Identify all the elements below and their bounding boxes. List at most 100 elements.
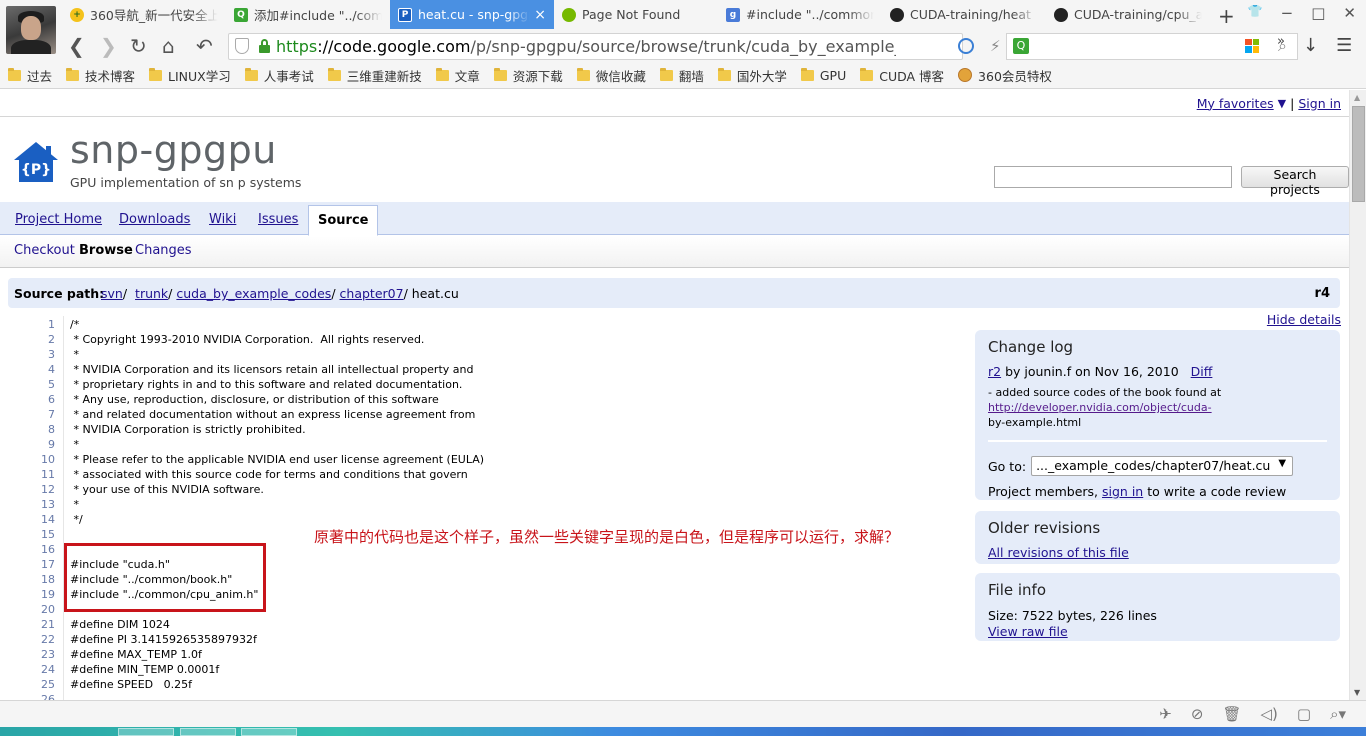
code-line: * xyxy=(70,438,79,451)
subtab-browse[interactable]: Browse xyxy=(79,243,133,258)
line-number: 8 xyxy=(48,423,55,436)
search-projects-button[interactable]: Search projects xyxy=(1241,166,1349,197)
diff-link[interactable]: Diff xyxy=(1191,364,1213,379)
hide-details-link[interactable]: Hide details xyxy=(1267,312,1341,327)
browser-tab[interactable]: Q 添加#include "../common/book.h" xyxy=(226,0,390,29)
vertical-scrollbar[interactable]: ▲ ▼ xyxy=(1349,90,1366,700)
account-bar: My favorites ▼ | Sign in xyxy=(1197,90,1341,116)
bookmark-site[interactable]: 360会员特权 xyxy=(958,66,1052,85)
scroll-up-icon[interactable]: ▲ xyxy=(1354,93,1360,102)
reload-button[interactable]: ↻ xyxy=(130,34,147,58)
tab-title: CUDA-training/cpu_anim xyxy=(1074,7,1202,22)
scroll-down-icon[interactable]: ▼ xyxy=(1354,688,1360,697)
browser-tab[interactable]: CUDA-training/cpu_anim xyxy=(1046,0,1210,29)
zoom-icon[interactable]: ⌕▾ xyxy=(1330,705,1346,723)
more-extensions-icon[interactable]: » xyxy=(1277,34,1285,49)
forward-button[interactable]: ❯ xyxy=(100,34,117,58)
bookmark-folder[interactable]: 过去 xyxy=(8,66,52,85)
download-icon[interactable]: ↓ xyxy=(1303,35,1318,56)
taskbar-app[interactable] xyxy=(180,728,236,736)
taskbar-app[interactable] xyxy=(241,728,297,736)
address-bar[interactable]: https://code.google.com/p/snp-gpgpu/sour… xyxy=(228,33,963,60)
code-line: /* xyxy=(70,318,80,331)
view-raw-file-link[interactable]: View raw file xyxy=(988,624,1068,639)
line-number: 12 xyxy=(41,483,55,496)
browser-tab-active[interactable]: P heat.cu - snp-gpgpu × xyxy=(390,0,554,29)
folder-icon xyxy=(149,67,163,81)
new-tab-button[interactable]: + xyxy=(1218,4,1235,28)
all-revisions-link[interactable]: All revisions of this file xyxy=(988,545,1129,560)
project-name[interactable]: snp-gpgpu xyxy=(70,128,277,172)
scrollbar-thumb[interactable] xyxy=(1352,106,1365,202)
browser-status-bar: ✈ ⊘ 🗑 ◁) ▢ ⌕▾ xyxy=(0,700,1366,727)
skin-icon[interactable]: 👕 xyxy=(1248,4,1263,22)
bookmark-folder[interactable]: 国外大学 xyxy=(717,66,787,85)
folder-icon xyxy=(659,67,673,81)
bookmark-folder[interactable]: 微信收藏 xyxy=(576,66,646,85)
close-tab-icon[interactable]: × xyxy=(534,7,546,23)
bookmark-label: 国外大学 xyxy=(736,68,787,84)
trash-icon[interactable]: 🗑 xyxy=(1222,705,1241,723)
code-line: */ xyxy=(70,513,83,526)
line-number: 22 xyxy=(41,633,55,646)
bookmark-folder[interactable]: LINUX学习 xyxy=(149,66,231,85)
revision-link[interactable]: r2 xyxy=(988,364,1001,379)
apps-icon[interactable] xyxy=(1245,38,1259,53)
tab-downloads[interactable]: Downloads xyxy=(119,212,190,227)
home-button[interactable]: ⌂ xyxy=(162,34,175,58)
minimize-button[interactable]: − xyxy=(1281,4,1294,22)
breadcrumb-cuda-by-example[interactable]: cuda_by_example_codes xyxy=(176,286,331,301)
url-text[interactable]: https://code.google.com/p/snp-gpgpu/sour… xyxy=(276,37,896,56)
favorites-dropdown-icon[interactable]: ▼ xyxy=(1278,97,1286,110)
accelerate-icon[interactable]: ⊘ xyxy=(1191,705,1204,723)
my-favorites-link[interactable]: My favorites xyxy=(1197,96,1274,111)
tab-project-home[interactable]: Project Home xyxy=(15,212,102,227)
bookmark-label: 翻墙 xyxy=(678,68,704,84)
window-icon[interactable]: ▢ xyxy=(1297,705,1311,723)
breadcrumb-chapter07[interactable]: chapter07 xyxy=(340,286,404,301)
menu-icon[interactable]: ☰ xyxy=(1336,35,1352,56)
search-projects-input[interactable] xyxy=(994,166,1232,188)
tab-source[interactable]: Source xyxy=(308,205,379,236)
members-sign-in-link[interactable]: sign in xyxy=(1102,484,1143,499)
tab-wiki[interactable]: Wiki xyxy=(209,212,236,227)
tab-issues[interactable]: Issues xyxy=(258,212,298,227)
line-number: 7 xyxy=(48,408,55,421)
maximize-button[interactable]: □ xyxy=(1311,4,1325,22)
compat-mode-icon[interactable] xyxy=(958,37,974,54)
sign-in-link[interactable]: Sign in xyxy=(1298,96,1341,111)
folder-icon xyxy=(576,67,590,81)
flash-icon[interactable]: ⚡ xyxy=(990,37,1001,55)
search-engine-icon[interactable]: Q xyxy=(1013,38,1029,54)
bookmark-folder[interactable]: GPU xyxy=(800,67,846,83)
bookmark-folder[interactable]: 人事考试 xyxy=(244,66,314,85)
browser-tab[interactable]: + 360导航_新一代安全上网导航 xyxy=(62,0,226,29)
project-logo-icon[interactable]: {P} xyxy=(12,140,60,184)
user-avatar[interactable] xyxy=(6,6,56,54)
close-window-button[interactable]: ✕ xyxy=(1343,4,1356,22)
bookmark-folder[interactable]: 翻墙 xyxy=(659,66,704,85)
undo-close-button[interactable]: ↶ xyxy=(196,34,213,58)
subtab-checkout[interactable]: Checkout xyxy=(14,243,75,258)
subtab-changes[interactable]: Changes xyxy=(135,243,192,258)
browser-tab[interactable]: CUDA-training/heat xyxy=(882,0,1046,29)
browser-tab[interactable]: g #include "../common/book.h" xyxy=(718,0,882,29)
nvidia-cuda-link[interactable]: http://developer.nvidia.com/object/cuda- xyxy=(988,401,1212,414)
bookmark-label: 技术博客 xyxy=(85,68,136,84)
back-button[interactable]: ❮ xyxy=(68,34,85,58)
divider xyxy=(988,440,1327,442)
speaker-icon[interactable]: ◁) xyxy=(1260,705,1277,723)
bookmark-folder[interactable]: CUDA 博客 xyxy=(860,66,944,85)
rocket-icon[interactable]: ✈ xyxy=(1159,705,1172,723)
bookmark-folder[interactable]: 文章 xyxy=(435,66,480,85)
bookmark-folder[interactable]: 技术博客 xyxy=(66,66,135,85)
goto-file-select[interactable]: ..._example_codes/chapter07/heat.cu ▼ xyxy=(1031,456,1294,476)
taskbar-app[interactable] xyxy=(118,728,174,736)
browser-tab[interactable]: Page Not Found xyxy=(554,0,718,29)
bookmark-folder[interactable]: 资源下载 xyxy=(493,66,563,85)
line-number: 20 xyxy=(41,603,55,616)
bookmark-folder[interactable]: 三维重建新技 xyxy=(327,66,422,85)
breadcrumb-svn[interactable]: svn xyxy=(101,286,123,301)
breadcrumb-trunk[interactable]: trunk xyxy=(135,286,168,301)
bookmark-label: 360会员特权 xyxy=(978,68,1052,84)
